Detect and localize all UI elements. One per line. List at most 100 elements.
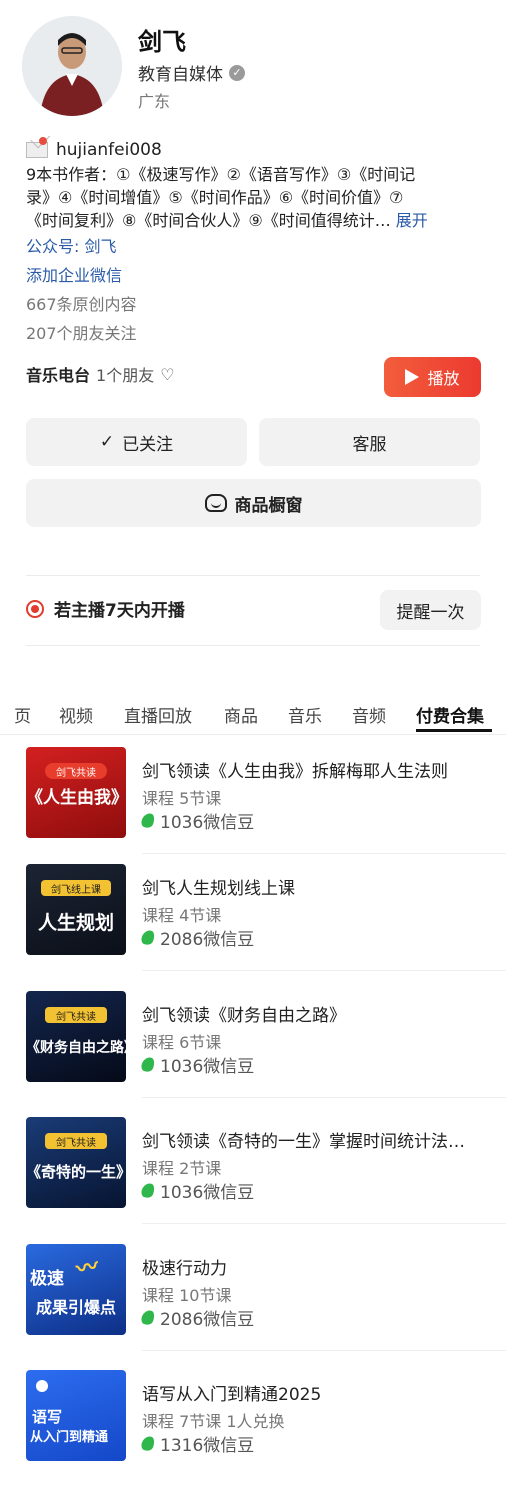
remind-button[interactable]: 提醒一次 (380, 590, 481, 630)
music-radio[interactable]: 音乐电台 1个朋友 ♡ (26, 362, 175, 386)
course-title: 剑飞领读《财务自由之路》 (142, 1006, 346, 1026)
course-title: 剑飞人生规划线上课 (142, 879, 295, 899)
course-price: 1316微信豆 (139, 1431, 254, 1456)
profile-header: 剑飞 教育自媒体 ✓ 广东 (0, 0, 506, 120)
course-title: 剑飞领读《人生由我》拆解梅耶人生法则 (142, 762, 448, 782)
active-tab-indicator (416, 729, 492, 732)
course-cover: 剑飞共读 《财务自由之路》 (26, 991, 126, 1082)
bio-line: 《时间复利》⑧《时间合伙人》⑨《时间值得统计… 展开 (26, 211, 428, 230)
wechat-bean-icon (139, 928, 157, 947)
content-tabs: 页 视频 直播回放 商品 音乐 音频 付费合集 (0, 700, 506, 732)
course-cover: 剑飞共读 《人生由我》 (26, 747, 126, 838)
check-icon: ✓ (99, 432, 115, 452)
course-title: 极速行动力 (142, 1259, 227, 1279)
shop-label: 商品橱窗 (234, 495, 303, 516)
tab-music[interactable]: 音乐 (288, 702, 322, 727)
list-item[interactable]: 语写 从入门到精通 语写从入门到精通2025 课程 7节课 1人兑换 1316微… (0, 1370, 506, 1496)
course-price: 1036微信豆 (139, 1178, 254, 1203)
course-cover: 剑飞共读 《奇特的一生》 (26, 1117, 126, 1208)
music-friends: 1个朋友 (96, 366, 155, 385)
heart-icon[interactable]: ♡ (160, 365, 174, 384)
course-cover: 极速 〰 成果引爆点 (26, 1244, 126, 1335)
customer-service-button[interactable]: 客服 (259, 418, 480, 466)
wechat-bean-icon (139, 811, 157, 830)
course-price: 1036微信豆 (139, 808, 254, 833)
profile-name: 剑飞 (138, 28, 186, 56)
divider (142, 1223, 506, 1224)
wechat-bean-icon (139, 1181, 157, 1200)
wechat-id: hujianfei008 (56, 140, 162, 160)
course-title: 语写从入门到精通2025 (142, 1385, 322, 1405)
play-label: 播放 (427, 369, 460, 388)
tab-audio[interactable]: 音频 (352, 702, 386, 727)
wechat-bean-icon (139, 1055, 157, 1074)
course-meta: 课程 10节课 (142, 1286, 232, 1305)
profile-role: 教育自媒体 ✓ (138, 60, 245, 85)
mail-icon (26, 137, 48, 158)
divider (142, 1350, 506, 1351)
course-meta: 课程 4节课 (142, 906, 222, 925)
course-meta: 课程 7节课 1人兑换 (142, 1412, 285, 1431)
cover-tag: 剑飞线上课 (41, 880, 111, 896)
list-item[interactable]: 剑飞共读 《奇特的一生》 剑飞领读《奇特的一生》掌握时间统计法… 课程 2节课 … (0, 1117, 506, 1243)
followed-button[interactable]: ✓ 已关注 (26, 418, 247, 466)
shop-icon (204, 494, 227, 512)
wechat-id-row[interactable]: hujianfei008 (26, 137, 486, 162)
play-button[interactable]: 播放 (384, 357, 481, 397)
divider (142, 1097, 506, 1098)
cover-decoration: 〰 (74, 1253, 101, 1283)
cover-tag: 剑飞共读 (45, 1133, 107, 1149)
list-item[interactable]: 剑飞共读 《财务自由之路》 剑飞领读《财务自由之路》 课程 6节课 1036微信… (0, 991, 506, 1117)
cover-title: 人生规划 (37, 912, 114, 934)
official-account-link[interactable]: 公众号: 剑飞 (26, 232, 486, 261)
bio-line: 录》④《时间增值》⑤《时间作品》⑥《时间价值》⑦ (26, 188, 404, 207)
course-price: 2086微信豆 (139, 1305, 254, 1330)
list-item[interactable]: 极速 〰 成果引爆点 极速行动力 课程 10节课 2086微信豆 (0, 1244, 506, 1370)
tab-paid-collections[interactable]: 付费合集 (416, 702, 484, 727)
music-title: 音乐电台 (26, 366, 91, 385)
service-label: 客服 (352, 434, 387, 455)
course-meta: 课程 2节课 (142, 1159, 222, 1178)
enterprise-wechat-link[interactable]: 添加企业微信 (26, 261, 486, 290)
list-item[interactable]: 剑飞线上课 人生规划 剑飞人生规划线上课 课程 4节课 2086微信豆 (0, 864, 506, 990)
followed-label: 已关注 (122, 434, 174, 455)
live-icon (26, 599, 44, 618)
cover-title: 《财务自由之路》 (26, 1040, 126, 1056)
cover-tag: 剑飞共读 (45, 763, 107, 779)
course-price: 2086微信豆 (139, 925, 254, 950)
course-cover: 语写 从入门到精通 (26, 1370, 126, 1461)
cover-title: 《人生由我》 (26, 788, 126, 808)
cover-title: 从入门到精通 (30, 1430, 109, 1445)
friends-follow-count[interactable]: 207个朋友关注 (26, 319, 486, 348)
course-price: 1036微信豆 (139, 1052, 254, 1077)
tab-products[interactable]: 商品 (224, 702, 258, 727)
bio-text: 9本书作者：①《极速写作》②《语音写作》③《时间记 录》④《时间增值》⑤《时间作… (26, 163, 486, 232)
avatar[interactable] (22, 16, 122, 116)
role-label: 教育自媒体 (138, 65, 223, 85)
expand-link[interactable]: 展开 (396, 211, 428, 230)
list-item[interactable]: 剑飞共读 《人生由我》 剑飞领读《人生由我》拆解梅耶人生法则 课程 5节课 10… (0, 747, 506, 873)
verified-icon[interactable]: ✓ (229, 64, 245, 81)
cover-title: 成果引爆点 (35, 1298, 116, 1317)
divider (142, 853, 506, 854)
tab-live-replay[interactable]: 直播回放 (124, 702, 192, 727)
shop-window-button[interactable]: 商品橱窗 (26, 479, 481, 527)
profile-bio: hujianfei008 9本书作者：①《极速写作》②《语音写作》③《时间记 录… (26, 137, 486, 348)
divider (142, 970, 506, 971)
cover-tag: 剑飞共读 (45, 1007, 107, 1023)
wechat-bean-icon (139, 1434, 157, 1453)
divider (26, 645, 480, 646)
course-meta: 课程 5节课 (142, 789, 222, 808)
cover-tag: 极速 (30, 1269, 64, 1289)
live-text: 若主播7天内开播 (54, 601, 185, 621)
profile-region: 广东 (138, 92, 171, 111)
cover-tag: 语写 (32, 1408, 63, 1426)
tab-home[interactable]: 页 (14, 702, 31, 727)
course-title: 剑飞领读《奇特的一生》掌握时间统计法… (142, 1132, 465, 1152)
wechat-bean-icon (139, 1308, 157, 1327)
live-notice: 若主播7天内开播 (26, 596, 185, 621)
divider (26, 575, 480, 576)
tab-videos[interactable]: 视频 (59, 702, 93, 727)
original-count[interactable]: 667条原创内容 (26, 290, 486, 319)
course-cover: 剑飞线上课 人生规划 (26, 864, 126, 955)
